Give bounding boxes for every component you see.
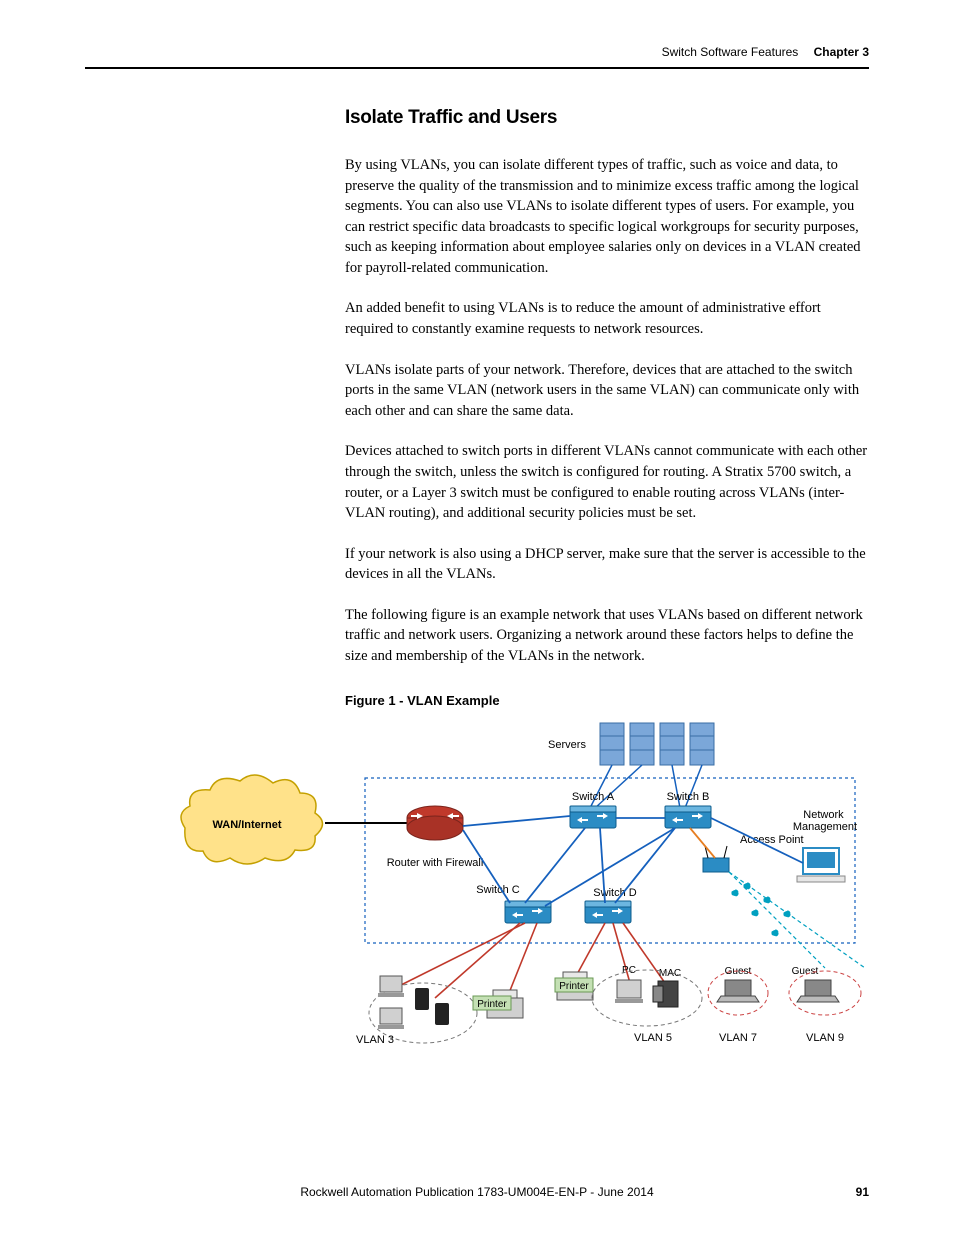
switch-b-icon xyxy=(665,806,711,828)
vlan5-label: VLAN 5 xyxy=(634,1032,672,1044)
switch-d-label: Switch D xyxy=(593,887,636,899)
switch-a-label: Switch A xyxy=(572,791,615,803)
page-header: Switch Software Features Chapter 3 xyxy=(0,0,954,67)
router-icon xyxy=(407,806,463,840)
pc-label: PC xyxy=(622,965,636,976)
section-heading: Isolate Traffic and Users xyxy=(345,107,869,129)
switch-a-icon xyxy=(570,806,616,828)
pc-icon xyxy=(378,976,404,997)
body-paragraph: VLANs isolate parts of your network. The… xyxy=(345,360,869,422)
section-title: Switch Software Features xyxy=(662,45,799,59)
servers-label: Servers xyxy=(548,739,586,751)
body-paragraph: If your network is also using a DHCP ser… xyxy=(345,544,869,585)
vlan-diagram: WAN/Internet Router with Firewall xyxy=(175,718,869,1053)
pc-icon xyxy=(378,1008,404,1029)
body-paragraph: Devices attached to switch ports in diff… xyxy=(345,441,869,523)
switch-c-icon xyxy=(505,901,551,923)
printer1-label: Printer xyxy=(477,999,507,1010)
chapter-label: Chapter 3 xyxy=(814,45,869,59)
wireless-rays-icon xyxy=(729,872,865,968)
servers-icon xyxy=(600,723,714,765)
pc-icon xyxy=(615,980,643,1003)
laptop-icon xyxy=(797,980,839,1002)
printer2-label: Printer xyxy=(559,981,589,992)
footer-publication: Rockwell Automation Publication 1783-UM0… xyxy=(0,1185,954,1199)
network-mgmt-icon xyxy=(797,848,845,882)
wan-cloud-icon: WAN/Internet xyxy=(181,775,323,864)
switch-b-label: Switch B xyxy=(667,791,710,803)
vlan9-label: VLAN 9 xyxy=(806,1032,844,1044)
switch-d-icon xyxy=(585,901,631,923)
wan-label: WAN/Internet xyxy=(212,819,281,831)
mac-icon xyxy=(653,981,678,1007)
laptop-icon xyxy=(717,980,759,1002)
figure-caption: Figure 1 - VLAN Example xyxy=(345,693,869,708)
vlan7-label: VLAN 7 xyxy=(719,1032,757,1044)
diagram-svg: WAN/Internet Router with Firewall xyxy=(175,718,875,1048)
body-paragraph: The following figure is an example netwo… xyxy=(345,605,869,667)
mac-label: MAC xyxy=(659,968,681,979)
page-number: 91 xyxy=(856,1185,869,1199)
vlan5-group xyxy=(592,970,702,1026)
vlan3-label: VLAN 3 xyxy=(356,1034,394,1046)
network-mgmt-label: Network Management xyxy=(793,809,857,833)
phone-icon xyxy=(435,1003,449,1025)
access-point-icon xyxy=(703,846,729,872)
body-paragraph: An added benefit to using VLANs is to re… xyxy=(345,298,869,339)
body-paragraph: By using VLANs, you can isolate differen… xyxy=(345,155,869,278)
access-point-label: Access Point xyxy=(740,834,804,846)
router-label: Router with Firewall xyxy=(387,857,484,869)
phone-icon xyxy=(415,988,429,1010)
main-content: Isolate Traffic and Users By using VLANs… xyxy=(260,69,954,1053)
